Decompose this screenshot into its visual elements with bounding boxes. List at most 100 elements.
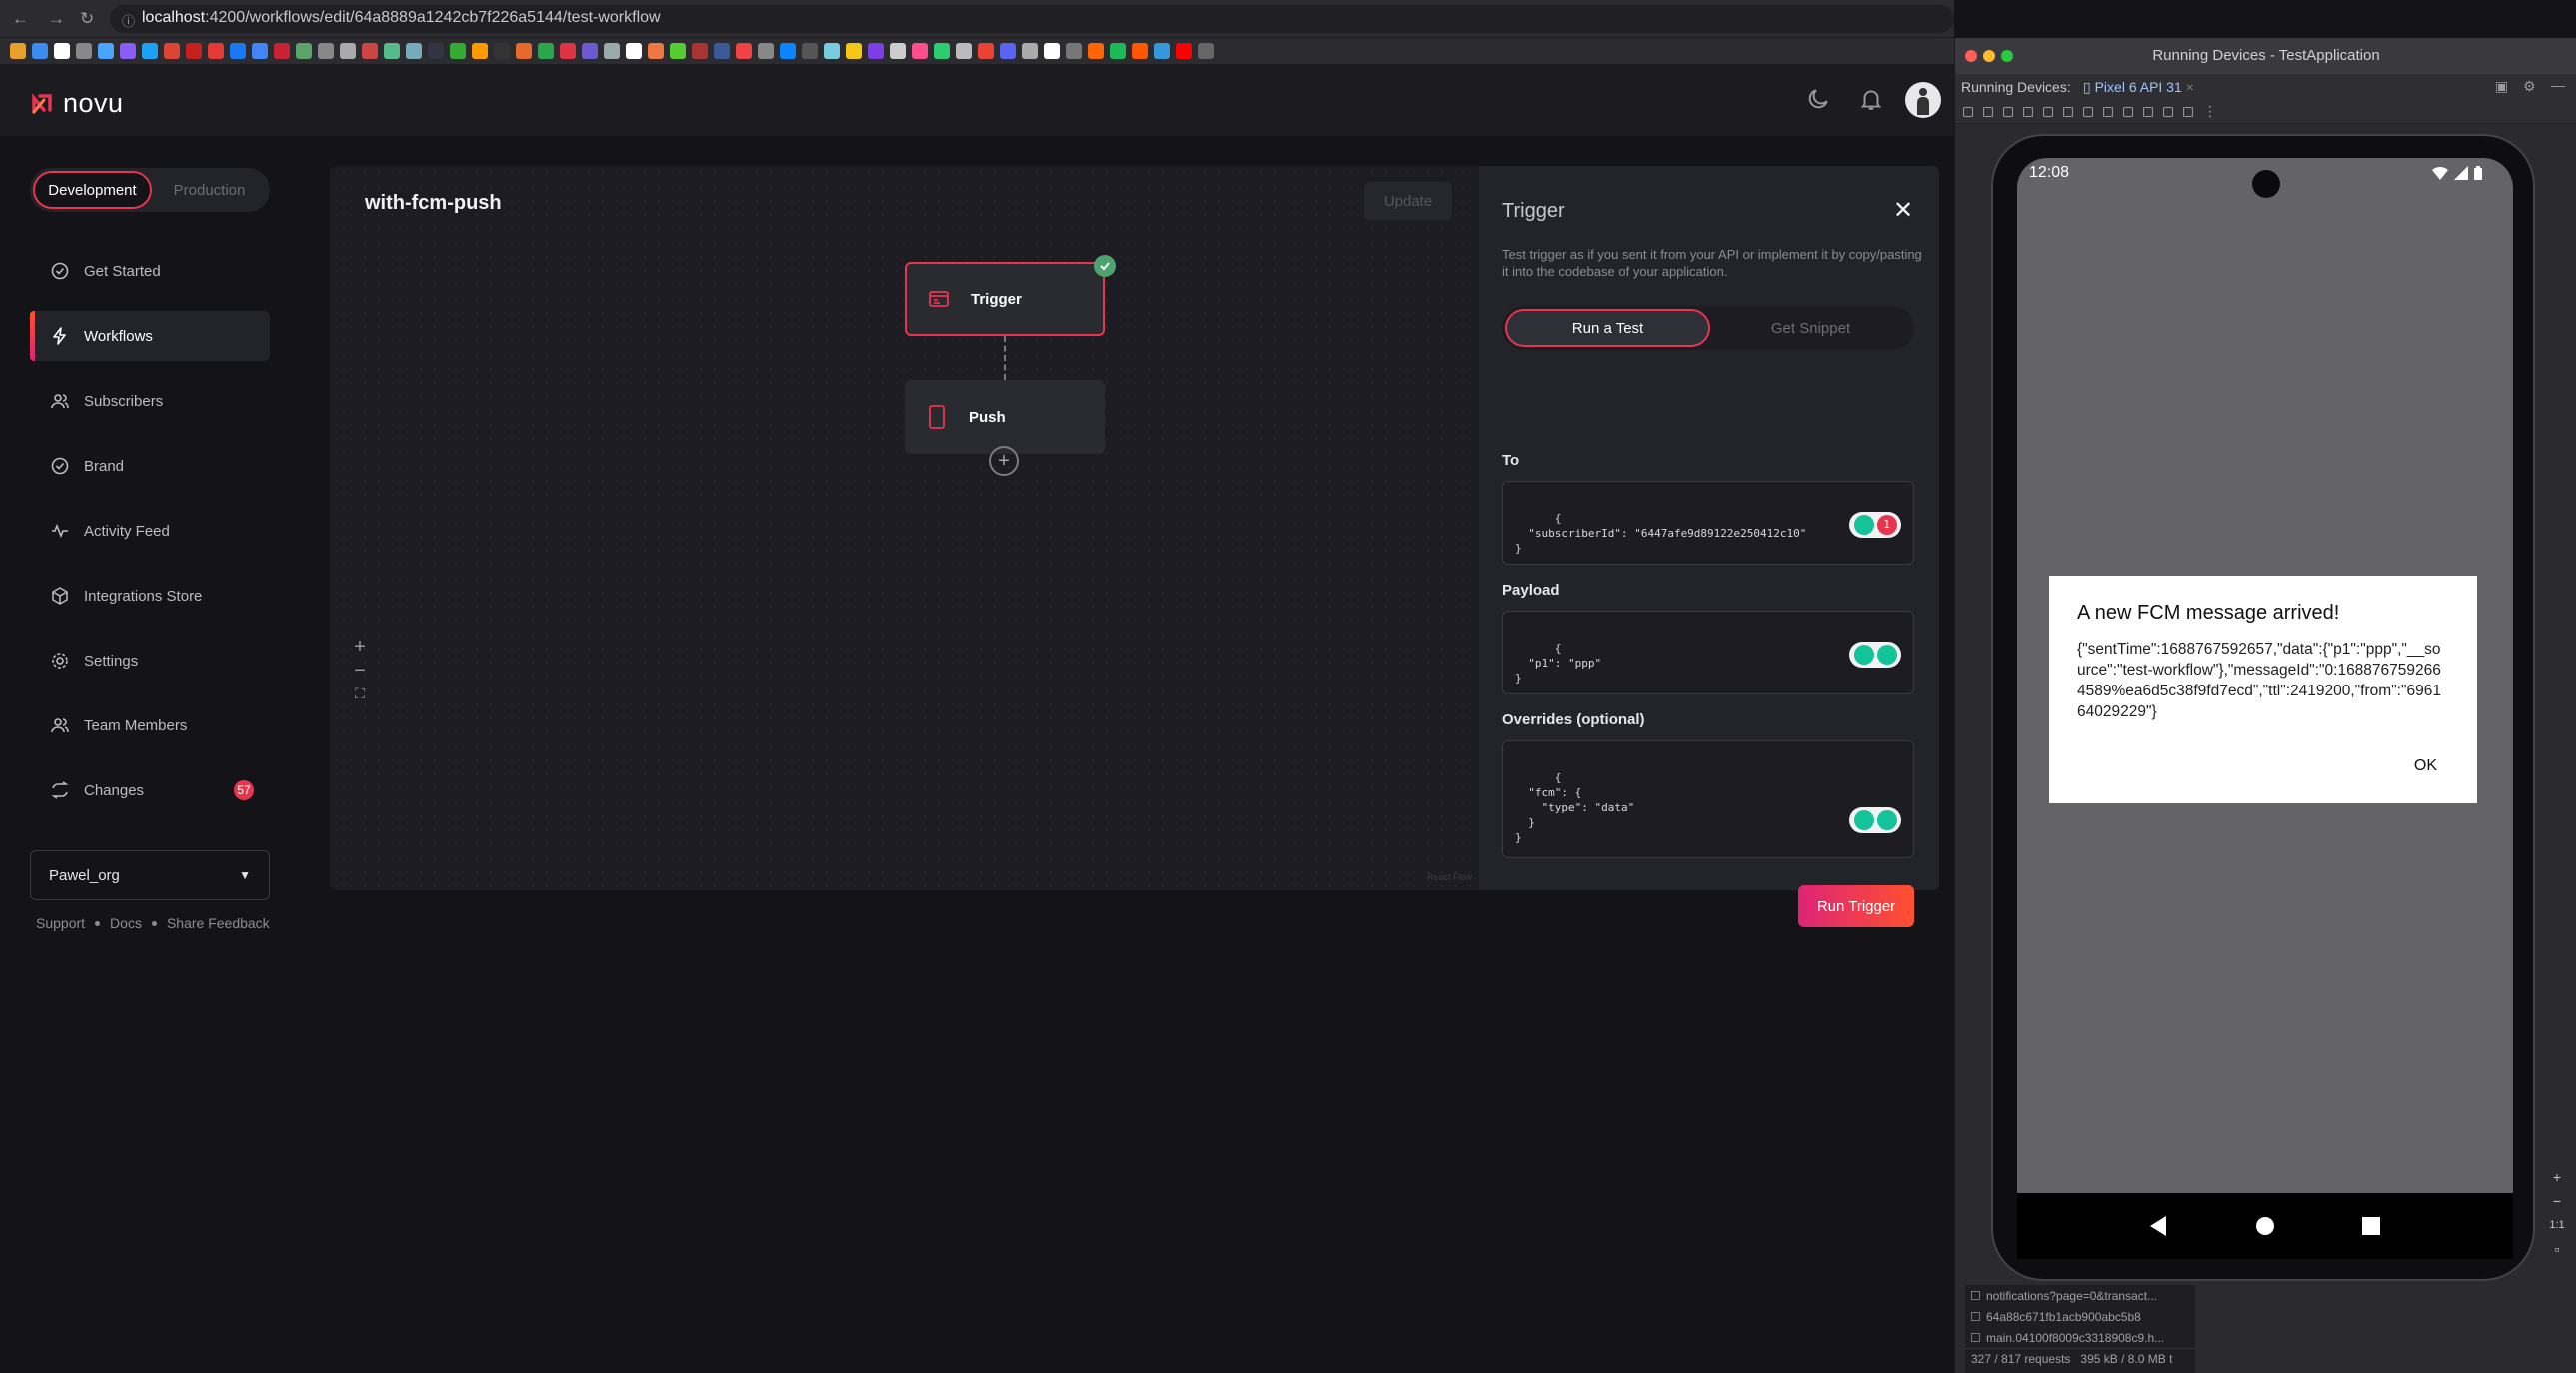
trigger-node[interactable]: Trigger xyxy=(905,262,1105,336)
sidebar-item-workflows[interactable]: Workflows xyxy=(30,311,270,361)
bookmark-favicon-icon[interactable] xyxy=(1022,43,1038,59)
bookmark-favicon-icon[interactable] xyxy=(890,43,906,59)
payload-editor[interactable]: { "p1": "ppp" } xyxy=(1502,611,1914,694)
close-icon[interactable]: ✕ xyxy=(1893,196,1913,225)
sidebar-item-get-started[interactable]: Get Started xyxy=(30,246,270,296)
phone-screen[interactable]: 12:08 A new FCM message arrived! {"sentT… xyxy=(2017,158,2513,1259)
bookmark-favicon-icon[interactable] xyxy=(560,43,576,59)
share-feedback-link[interactable]: Share Feedback xyxy=(167,915,270,931)
volume-down-icon[interactable] xyxy=(2003,106,2013,117)
workflow-canvas[interactable]: with-fcm-push Update Trigger Push + + − … xyxy=(330,166,1479,890)
bookmark-favicon-icon[interactable] xyxy=(142,43,158,59)
bookmark-favicon-icon[interactable] xyxy=(582,43,598,59)
back-icon[interactable]: ← xyxy=(12,9,29,29)
dialog-ok-button[interactable]: OK xyxy=(2414,757,2437,775)
overrides-editor[interactable]: { "fcm": { "type": "data" } } xyxy=(1502,740,1914,858)
bookmark-favicon-icon[interactable] xyxy=(362,43,378,59)
bookmark-favicon-icon[interactable] xyxy=(32,43,48,59)
sidebar-item-brand[interactable]: Brand xyxy=(30,441,270,491)
bookmark-favicon-icon[interactable] xyxy=(98,43,114,59)
rotate-left-icon[interactable] xyxy=(2023,106,2033,117)
env-production[interactable]: Production xyxy=(152,171,267,209)
address-bar[interactable]: ⓘ localhost:4200/workflows/edit/64a8889a… xyxy=(110,5,1954,33)
bookmark-favicon-icon[interactable] xyxy=(736,43,752,59)
env-development[interactable]: Development xyxy=(33,171,152,209)
row-checkbox[interactable] xyxy=(1971,1291,1980,1300)
android-home-icon[interactable] xyxy=(2255,1216,2275,1236)
bookmark-favicon-icon[interactable] xyxy=(1088,43,1104,59)
sidebar-item-settings[interactable]: Settings xyxy=(30,636,270,686)
emulator-zoom-in-icon[interactable]: + xyxy=(2543,1165,2571,1189)
sidebar-item-team-members[interactable]: Team Members xyxy=(30,700,270,750)
bookmark-favicon-icon[interactable] xyxy=(1066,43,1082,59)
workflow-title[interactable]: with-fcm-push xyxy=(365,192,502,215)
bookmark-favicon-icon[interactable] xyxy=(714,43,730,59)
screen-record-icon[interactable] xyxy=(2163,106,2173,117)
bookmark-favicon-icon[interactable] xyxy=(450,43,466,59)
update-button[interactable]: Update xyxy=(1364,182,1452,220)
back-button-icon[interactable] xyxy=(2083,106,2093,117)
bookmark-favicon-icon[interactable] xyxy=(384,43,400,59)
zoom-out-button[interactable]: − xyxy=(350,660,370,683)
power-icon[interactable] xyxy=(1963,106,1973,117)
grammarly-widget[interactable]: 1 xyxy=(1849,512,1901,538)
layout-icon[interactable]: ▣ xyxy=(2495,78,2508,95)
device-tab[interactable]: ▯ Pixel 6 API 31 × xyxy=(2083,79,2194,96)
minimize-window-button[interactable] xyxy=(1983,50,1995,62)
volume-up-icon[interactable] xyxy=(1983,106,1993,117)
bookmark-favicon-icon[interactable] xyxy=(428,43,444,59)
fold-icon[interactable] xyxy=(2063,106,2073,117)
bookmark-favicon-icon[interactable] xyxy=(1110,43,1126,59)
sidebar-item-subscribers[interactable]: Subscribers xyxy=(30,376,270,426)
bookmark-favicon-icon[interactable] xyxy=(10,43,26,59)
row-checkbox[interactable] xyxy=(1971,1333,1980,1342)
bookmark-favicon-icon[interactable] xyxy=(1044,43,1060,59)
zoom-window-button[interactable] xyxy=(2001,50,2013,62)
bookmark-favicon-icon[interactable] xyxy=(1154,43,1170,59)
android-back-icon[interactable] xyxy=(2150,1216,2168,1236)
bookmark-favicon-icon[interactable] xyxy=(296,43,312,59)
tab-run-a-test[interactable]: Run a Test xyxy=(1505,309,1710,347)
support-link[interactable]: Support xyxy=(36,915,85,931)
bookmark-favicon-icon[interactable] xyxy=(274,43,290,59)
more-options-icon[interactable]: ⋮ xyxy=(2203,103,2217,120)
bookmark-favicon-icon[interactable] xyxy=(516,43,532,59)
row-checkbox[interactable] xyxy=(1971,1312,1980,1321)
bookmark-favicon-icon[interactable] xyxy=(318,43,334,59)
emulator-fit-icon[interactable]: ▫ xyxy=(2543,1237,2571,1261)
bookmark-favicon-icon[interactable] xyxy=(824,43,840,59)
bookmark-favicon-icon[interactable] xyxy=(340,43,356,59)
network-row[interactable]: 64a88c671fb1acb900abc5b8 xyxy=(1965,1306,2195,1327)
zoom-in-button[interactable]: + xyxy=(350,636,370,659)
to-editor[interactable]: { "subscriberId": "6447afe9d89122e250412… xyxy=(1502,481,1914,565)
bookmark-favicon-icon[interactable] xyxy=(934,43,950,59)
organization-select[interactable]: Pawel_org ▼ xyxy=(30,850,270,900)
docs-link[interactable]: Docs xyxy=(110,915,142,931)
bookmark-favicon-icon[interactable] xyxy=(1132,43,1148,59)
fit-view-button[interactable]: ⛶ xyxy=(350,686,370,702)
bookmark-favicon-icon[interactable] xyxy=(670,43,686,59)
bookmark-favicon-icon[interactable] xyxy=(1000,43,1016,59)
add-step-button[interactable]: + xyxy=(989,446,1019,476)
bookmark-favicon-icon[interactable] xyxy=(406,43,422,59)
rotate-right-icon[interactable] xyxy=(2043,106,2053,117)
bookmark-favicon-icon[interactable] xyxy=(692,43,708,59)
settings-gear-icon[interactable]: ⚙ xyxy=(2523,78,2536,95)
grammarly-widget[interactable] xyxy=(1849,807,1901,833)
close-tab-icon[interactable]: × xyxy=(2186,79,2194,95)
overview-button-icon[interactable] xyxy=(2123,106,2133,117)
bookmark-favicon-icon[interactable] xyxy=(120,43,136,59)
emulator-zoom-out-icon[interactable]: − xyxy=(2543,1189,2571,1213)
screenshot-icon[interactable] xyxy=(2143,106,2153,117)
snapshot-icon[interactable] xyxy=(2183,106,2193,117)
site-info-icon[interactable]: ⓘ xyxy=(122,11,135,30)
push-node[interactable]: Push xyxy=(905,380,1105,454)
bookmark-favicon-icon[interactable] xyxy=(802,43,818,59)
bookmark-favicon-icon[interactable] xyxy=(76,43,92,59)
bookmark-favicon-icon[interactable] xyxy=(186,43,202,59)
bookmark-favicon-icon[interactable] xyxy=(164,43,180,59)
bookmark-favicon-icon[interactable] xyxy=(978,43,994,59)
bookmark-favicon-icon[interactable] xyxy=(956,43,972,59)
bookmark-favicon-icon[interactable] xyxy=(868,43,884,59)
android-recents-icon[interactable] xyxy=(2361,1217,2380,1235)
